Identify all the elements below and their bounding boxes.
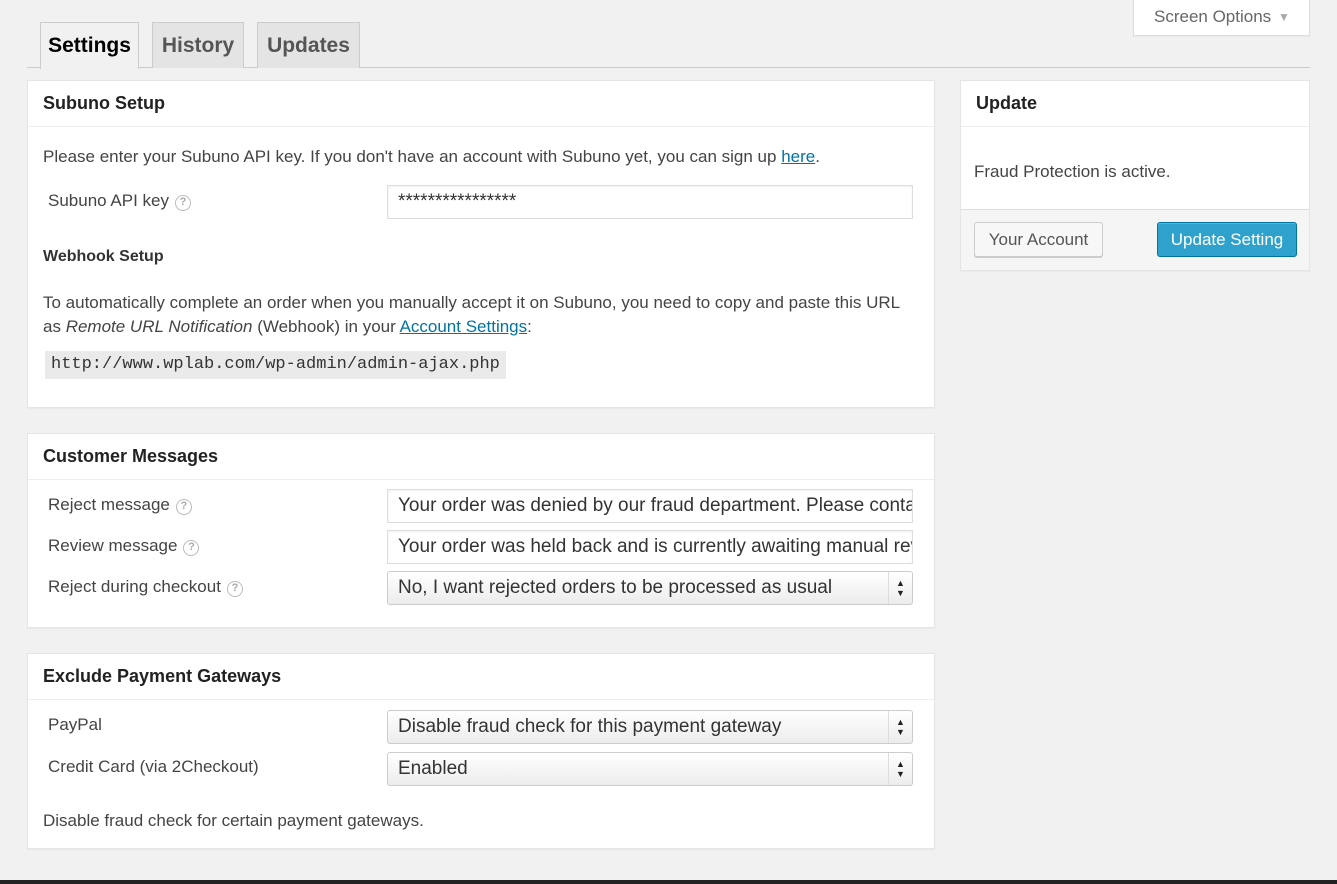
- reject-during-checkout-value: No, I want rejected orders to be process…: [398, 577, 833, 598]
- select-arrows-icon: ▲ ▼: [888, 572, 912, 604]
- reject-during-checkout-select[interactable]: No, I want rejected orders to be process…: [387, 571, 913, 605]
- help-icon[interactable]: ?: [174, 195, 191, 211]
- reject-during-checkout-label-text: Reject during checkout: [48, 577, 221, 596]
- gateways-note: Disable fraud check for certain payment …: [43, 811, 424, 830]
- tab-settings[interactable]: Settings: [40, 22, 139, 69]
- update-panel: Update Fraud Protection is active. Your …: [960, 80, 1310, 271]
- reject-during-checkout-label: Reject during checkout?: [48, 577, 243, 597]
- screen-options-label: Screen Options: [1154, 7, 1272, 26]
- review-message-label: Review message?: [48, 536, 200, 556]
- api-key-label-text: Subuno API key: [48, 191, 169, 210]
- update-setting-button[interactable]: Update Setting: [1157, 222, 1297, 257]
- review-message-label-text: Review message: [48, 536, 178, 555]
- credit-card-select-value: Enabled: [398, 758, 468, 779]
- your-account-button[interactable]: Your Account: [974, 222, 1103, 257]
- webhook-line2-prefix: as: [43, 317, 66, 336]
- paypal-select-value: Disable fraud check for this payment gat…: [398, 716, 782, 737]
- reject-message-label: Reject message?: [48, 495, 192, 515]
- subuno-setup-panel: Subuno Setup Please enter your Subuno AP…: [27, 80, 935, 408]
- help-icon[interactable]: ?: [183, 540, 200, 556]
- signup-link[interactable]: here: [781, 147, 815, 166]
- exclude-payment-gateways-title: Exclude Payment Gateways: [28, 654, 934, 700]
- webhook-instructions-line2: as Remote URL Notification (Webhook) in …: [43, 317, 532, 337]
- setup-intro-text: Please enter your Subuno API key. If you…: [43, 147, 782, 166]
- review-message-input[interactable]: Your order was held back and is currentl…: [387, 530, 913, 564]
- webhook-setup-title: Webhook Setup: [43, 248, 164, 265]
- account-settings-link[interactable]: Account Settings: [400, 317, 528, 336]
- update-title: Update: [961, 81, 1309, 127]
- customer-messages-title: Customer Messages: [28, 434, 934, 480]
- remote-url-notification-text: Remote URL Notification: [65, 317, 253, 336]
- customer-messages-panel: Customer Messages Reject message? Your o…: [27, 433, 935, 628]
- credit-card-label: Credit Card (via 2Checkout): [48, 757, 259, 776]
- reject-message-input[interactable]: Your order was denied by our fraud depar…: [387, 489, 913, 523]
- fraud-protection-status: Fraud Protection is active.: [974, 162, 1171, 181]
- api-key-input[interactable]: ****************: [387, 185, 913, 219]
- webhook-line2-middle: (Webhook) in your: [252, 317, 400, 336]
- exclude-payment-gateways-panel: Exclude Payment Gateways PayPal Disable …: [27, 653, 935, 849]
- help-icon[interactable]: ?: [226, 581, 243, 597]
- tab-updates[interactable]: Updates: [257, 22, 360, 68]
- tab-history[interactable]: History: [152, 22, 244, 68]
- screen-options-button[interactable]: Screen Options ▼: [1133, 0, 1310, 36]
- select-arrows-icon: ▲ ▼: [888, 711, 912, 743]
- webhook-instructions-line1: To automatically complete an order when …: [43, 293, 901, 312]
- caret-down-icon: ▼: [1278, 10, 1290, 24]
- credit-card-select[interactable]: Enabled ▲ ▼: [387, 752, 913, 786]
- api-key-label: Subuno API key?: [48, 191, 191, 211]
- bottom-edge-bar: [0, 880, 1337, 884]
- paypal-select[interactable]: Disable fraud check for this payment gat…: [387, 710, 913, 744]
- setup-intro-end: .: [815, 147, 820, 166]
- setup-intro: Please enter your Subuno API key. If you…: [43, 147, 820, 167]
- webhook-url: http://www.wplab.com/wp-admin/admin-ajax…: [45, 351, 506, 379]
- subuno-setup-title: Subuno Setup: [28, 81, 934, 127]
- webhook-line2-end: :: [527, 317, 532, 336]
- paypal-label: PayPal: [48, 715, 102, 734]
- select-arrows-icon: ▲ ▼: [888, 753, 912, 785]
- reject-message-label-text: Reject message: [48, 495, 170, 514]
- help-icon[interactable]: ?: [175, 499, 192, 515]
